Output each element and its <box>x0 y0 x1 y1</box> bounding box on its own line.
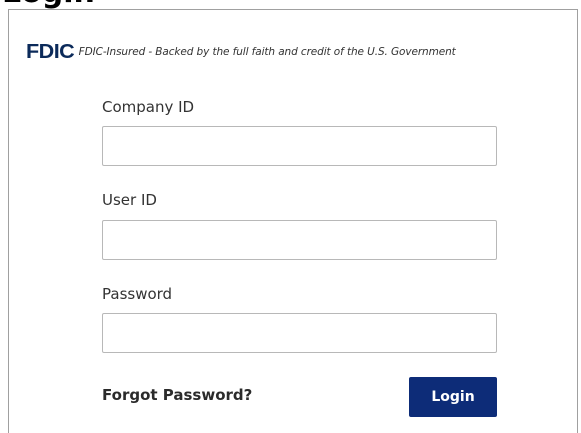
fdic-banner: FDIC FDIC-Insured - Backed by the full f… <box>26 42 456 62</box>
user-id-label: User ID <box>102 191 157 209</box>
password-label: Password <box>102 285 173 303</box>
company-id-input[interactable] <box>102 126 497 166</box>
fdic-statement: FDIC-Insured - Backed by the full faith … <box>78 46 456 58</box>
password-input[interactable] <box>102 313 497 353</box>
company-id-label: Company ID <box>102 98 195 116</box>
user-id-input[interactable] <box>102 220 497 260</box>
page-heading: Login <box>2 0 95 8</box>
forgot-password-link[interactable]: Forgot Password? <box>102 385 252 405</box>
login-page: Login FDIC FDIC-Insured - Backed by the … <box>0 0 581 433</box>
login-button[interactable]: Login <box>409 377 497 417</box>
fdic-logo: FDIC <box>26 41 75 63</box>
